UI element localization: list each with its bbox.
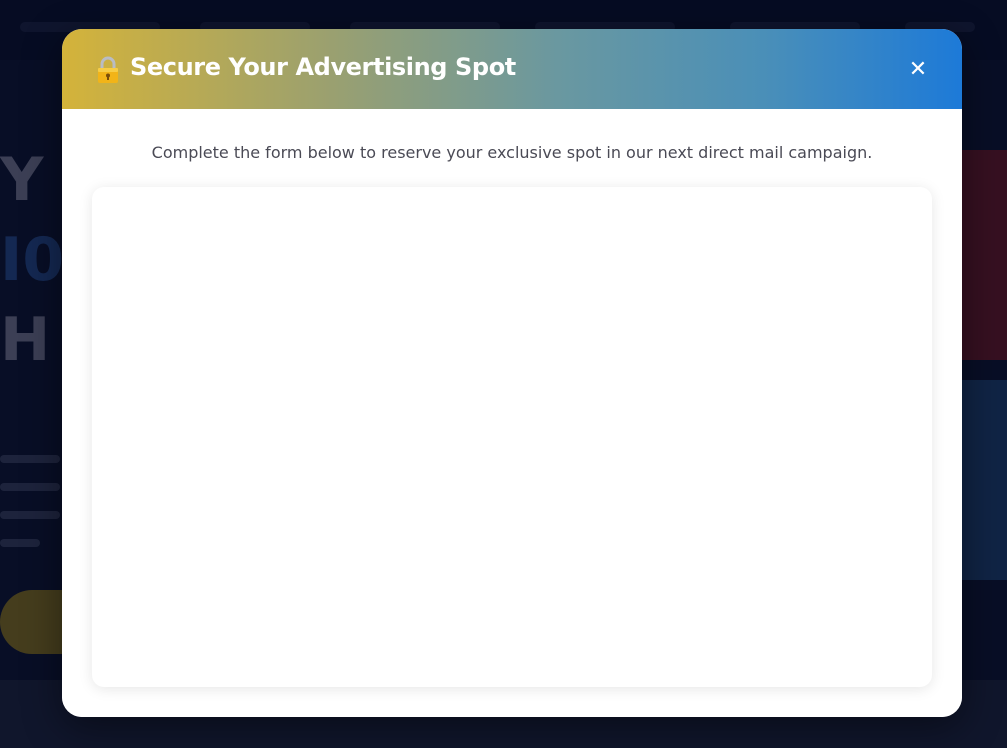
page: Y I0 H Secure Your Advertising Spot ✕ — [0, 0, 1007, 748]
lock-icon — [96, 56, 120, 84]
modal-body: Complete the form below to reserve your … — [62, 109, 962, 717]
close-button[interactable]: ✕ — [904, 55, 932, 83]
modal-description: Complete the form below to reserve your … — [151, 143, 873, 162]
modal-header: Secure Your Advertising Spot ✕ — [62, 29, 962, 109]
reservation-form-container[interactable] — [92, 187, 932, 687]
close-icon: ✕ — [908, 56, 928, 82]
advertising-spot-modal: Secure Your Advertising Spot ✕ Complete … — [62, 29, 962, 717]
modal-title: Secure Your Advertising Spot — [130, 53, 516, 81]
